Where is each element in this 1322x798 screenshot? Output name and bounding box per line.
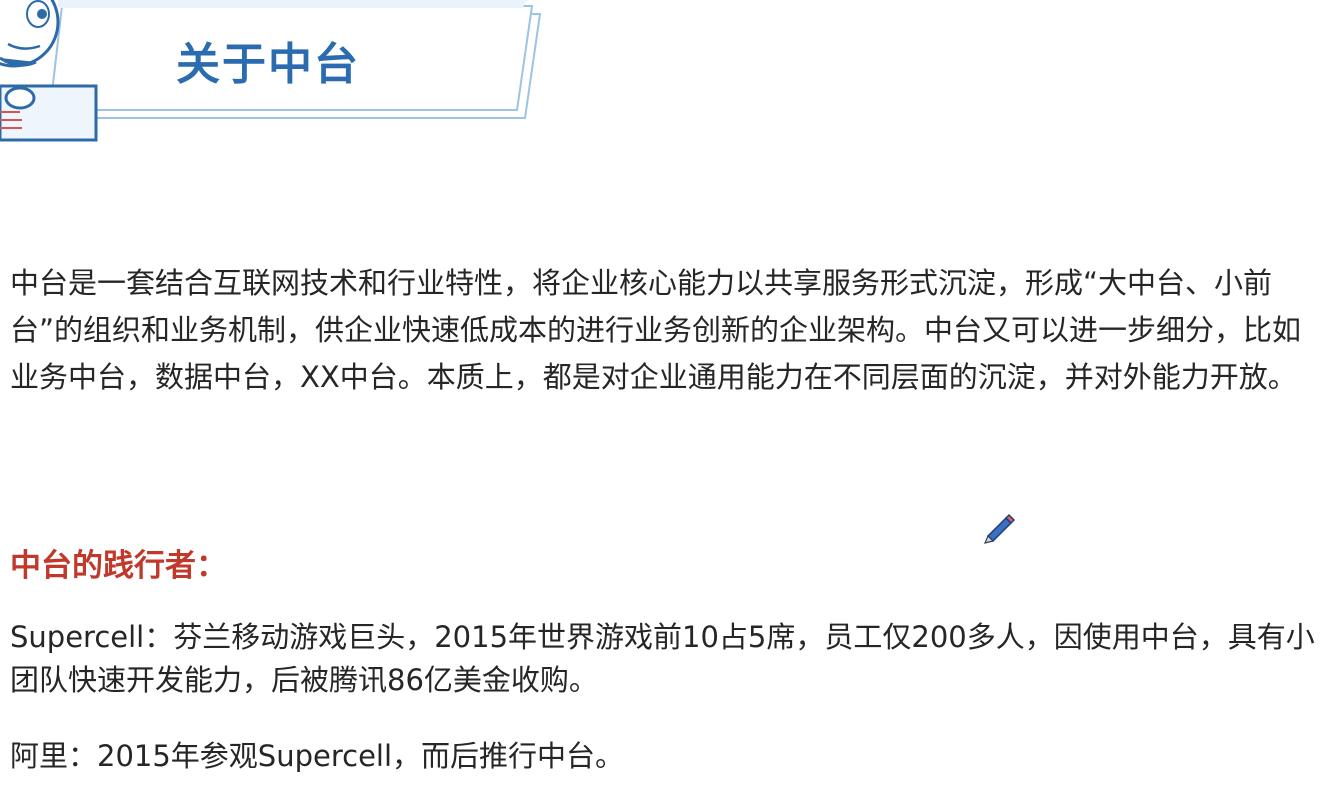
ali-paragraph: 阿里：2015年参观Supercell，而后推行中台。 bbox=[10, 739, 625, 773]
slide-page: 关于中台 中台是一套结合互联网技术和行业特性，将企业核心能力以共享服务形式沉淀，… bbox=[0, 0, 1322, 798]
intro-paragraph: 中台是一套结合互联网技术和行业特性，将企业核心能力以共享服务形式沉淀，形成“大中… bbox=[10, 266, 1302, 394]
pencil-cursor-icon bbox=[983, 513, 1016, 544]
practitioners-heading: 中台的践行者： bbox=[10, 548, 227, 584]
title-banner: 关于中台 bbox=[0, 0, 560, 150]
supercell-paragraph: Supercell：芬兰移动游戏巨头，2015年世界游戏前10占5席，员工仅20… bbox=[10, 620, 1315, 697]
page-title: 关于中台 bbox=[176, 39, 360, 90]
